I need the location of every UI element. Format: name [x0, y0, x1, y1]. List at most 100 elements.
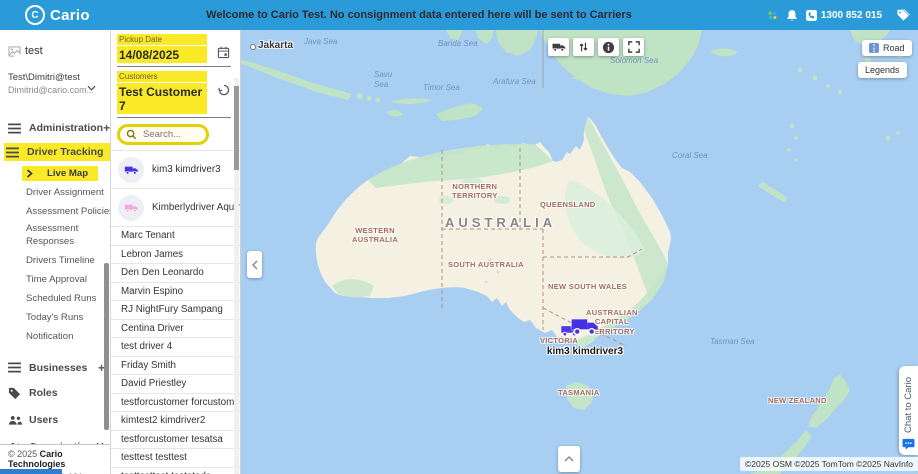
broken-image-icon	[8, 45, 21, 57]
driver-row-kimberlydriver-aquino[interactable]: Kimberlydriver Aquino	[111, 189, 240, 227]
driver-name: Centina Driver	[121, 322, 184, 334]
sidebar-item-notification[interactable]: Notification	[0, 327, 110, 346]
driver-row-kimtest2-kimdriver2[interactable]: kimtest2 kimdriver2	[111, 412, 240, 431]
driver-row-lebron-james[interactable]: Lebron James	[111, 246, 240, 264]
tenant-logo: test	[0, 30, 110, 62]
driver-row-testforcustomer-tesatsa[interactable]: testforcustomer tesatsa	[111, 431, 240, 449]
pickup-date-field[interactable]: Pickup Date 14/08/2025	[117, 34, 231, 67]
driver-row-den-den-leonardo[interactable]: Den Den Leonardo	[111, 264, 240, 283]
menu-icon	[6, 147, 21, 158]
map-truck-marker[interactable]	[560, 316, 606, 346]
sidebar-item-roles[interactable]: Roles	[0, 380, 110, 407]
driver-row-testtest-testtest[interactable]: testtest testtest	[111, 449, 240, 468]
sidebar-item-users[interactable]: Users	[0, 407, 110, 434]
fullscreen-icon	[627, 41, 640, 53]
driver-row-kim3-kimdriver3[interactable]: kim3 kimdriver3	[111, 151, 240, 189]
chat-to-cario-tab[interactable]: Chat to Cario	[899, 366, 918, 455]
welcome-banner: Welcome to Cario Test. No consignment da…	[206, 9, 632, 21]
legends-button[interactable]: Legends	[858, 62, 907, 78]
sidebar-nav: Administration+Driver Tracking–Live MapD…	[0, 116, 110, 461]
driver-row-testforcustomer-forcustomer[interactable]: testforcustomer forcustomer	[111, 394, 240, 412]
menu-icon	[8, 362, 23, 373]
tags-icon[interactable]	[896, 8, 911, 22]
customers-field[interactable]: Customers Test Customer 7	[117, 71, 231, 118]
info-button[interactable]	[598, 38, 619, 56]
notifications-bell-icon[interactable]	[786, 9, 798, 22]
tag-icon	[8, 387, 23, 400]
search-icon	[126, 129, 137, 140]
driver-list-scrollbar-thumb[interactable]	[234, 86, 239, 170]
driver-name: kim3 kimdriver3	[152, 164, 221, 175]
sidebar-item-label: Today's Runs	[26, 311, 84, 323]
sidebar-item-scheduled-runs[interactable]: Scheduled Runs	[0, 289, 110, 308]
sidebar-item-driver-tracking[interactable]: Driver Tracking–	[0, 140, 110, 164]
sidebar-item-label: Driver Assignment	[26, 187, 104, 198]
truck-visibility-button[interactable]	[548, 38, 569, 56]
driver-panel: Pickup Date 14/08/2025 Customers Test Cu…	[111, 30, 241, 474]
fullscreen-button[interactable]	[623, 38, 644, 56]
support-phone[interactable]: 1300 852 015	[805, 9, 882, 21]
swap-vertical-icon	[579, 42, 588, 52]
panel-collapse-button[interactable]	[247, 251, 262, 278]
sidebar-item-assessment-responses[interactable]: Assessment Responses	[0, 221, 110, 251]
sidebar-item-label: Drivers Timeline	[26, 254, 95, 266]
chevron-down-icon	[87, 78, 96, 96]
sidebar-item-time-approval[interactable]: Time Approval	[0, 270, 110, 289]
chat-bubble-icon	[902, 438, 915, 450]
driver-truck-avatar	[118, 194, 144, 221]
pickup-date-value[interactable]: 14/08/2025	[117, 46, 207, 63]
driver-name: Marvin Espino	[121, 285, 184, 297]
sidebar-item-driver-assignment[interactable]: Driver Assignment	[0, 183, 110, 202]
map-canvas[interactable]	[240, 30, 918, 474]
map-attribution: ©2025 OSM ©2025 TomTom ©2025 NavInfo	[740, 457, 918, 471]
live-map[interactable]: Jakarta Java Sea Banda Sea Savu Sea Timor Se…	[240, 30, 918, 474]
tenant-logo-label: test	[25, 45, 43, 57]
search-input[interactable]	[141, 128, 203, 141]
menu-icon	[8, 123, 23, 134]
driver-row-centina-driver[interactable]: Centina Driver	[111, 320, 240, 338]
sidebar-item-label: Live Map	[47, 168, 89, 179]
sidebar-item-live-map[interactable]: Live Map	[0, 164, 110, 183]
driver-name: test driver 4	[121, 341, 173, 353]
bottom-expand-button[interactable]	[558, 446, 580, 472]
driver-row-test-driver-4[interactable]: test driver 4	[111, 338, 240, 357]
sidebar-item-label: Notification	[26, 330, 74, 342]
customers-label: Customers	[117, 71, 207, 82]
expand-toggle[interactable]: +	[103, 121, 110, 135]
road-icon	[869, 43, 879, 53]
calendar-icon[interactable]	[217, 46, 230, 64]
sidebar-item-businesses[interactable]: Businesses +	[0, 356, 110, 380]
driver-name: testtest testtest	[121, 452, 187, 464]
driver-search[interactable]	[117, 124, 209, 145]
driver-row-testtesttest-testetads[interactable]: testtesttest testetads	[111, 468, 240, 474]
chevron-icon	[26, 169, 41, 178]
sidebar-scrollbar[interactable]	[104, 263, 109, 430]
driver-name: Marc Tenant	[121, 230, 175, 242]
driver-list: kim3 kimdriver3 Kimberlydriver Aquino Mar…	[111, 150, 240, 474]
driver-row-friday-smith[interactable]: Friday Smith	[111, 357, 240, 375]
sidebar-item-label: Scheduled Runs	[26, 292, 97, 304]
sidebar-item-assessment-policies[interactable]: Assessment Policies	[0, 202, 110, 221]
sidebar-item-today-s-runs[interactable]: Today's Runs	[0, 308, 110, 327]
user-menu[interactable]: Test\Dimitri@test Dimitrid@cario.com...	[0, 62, 110, 108]
driver-name: RJ NightFury Sampang	[121, 304, 223, 316]
copyright: © 2025	[8, 449, 38, 459]
reset-history-icon[interactable]	[217, 83, 230, 101]
sidebar-item-label: Businesses	[29, 361, 88, 374]
driver-row-marvin-espino[interactable]: Marvin Espino	[111, 283, 240, 301]
sort-swap-button[interactable]	[573, 38, 594, 56]
driver-name: Friday Smith	[121, 359, 176, 371]
road-style-button[interactable]: Road	[862, 40, 912, 56]
driver-row-david-priestley[interactable]: David Priestley	[111, 375, 240, 394]
extension-icon[interactable]	[767, 10, 778, 21]
driver-name: kimtest2 kimdriver2	[121, 415, 206, 427]
sidebar-item-drivers-timeline[interactable]: Drivers Timeline	[0, 251, 110, 270]
sidebar-item-label: Administration	[29, 122, 104, 134]
truck-icon	[552, 43, 565, 52]
sidebar-item-administration[interactable]: Administration +	[0, 116, 110, 140]
driver-row-marc-tenant[interactable]: Marc Tenant	[111, 227, 240, 246]
customers-value[interactable]: Test Customer 7	[117, 83, 207, 114]
driver-row-rj-nightfury-sampang[interactable]: RJ NightFury Sampang	[111, 301, 240, 320]
truck-marker-icon	[570, 316, 600, 341]
chat-tab-label: Chat to Cario	[903, 377, 914, 433]
